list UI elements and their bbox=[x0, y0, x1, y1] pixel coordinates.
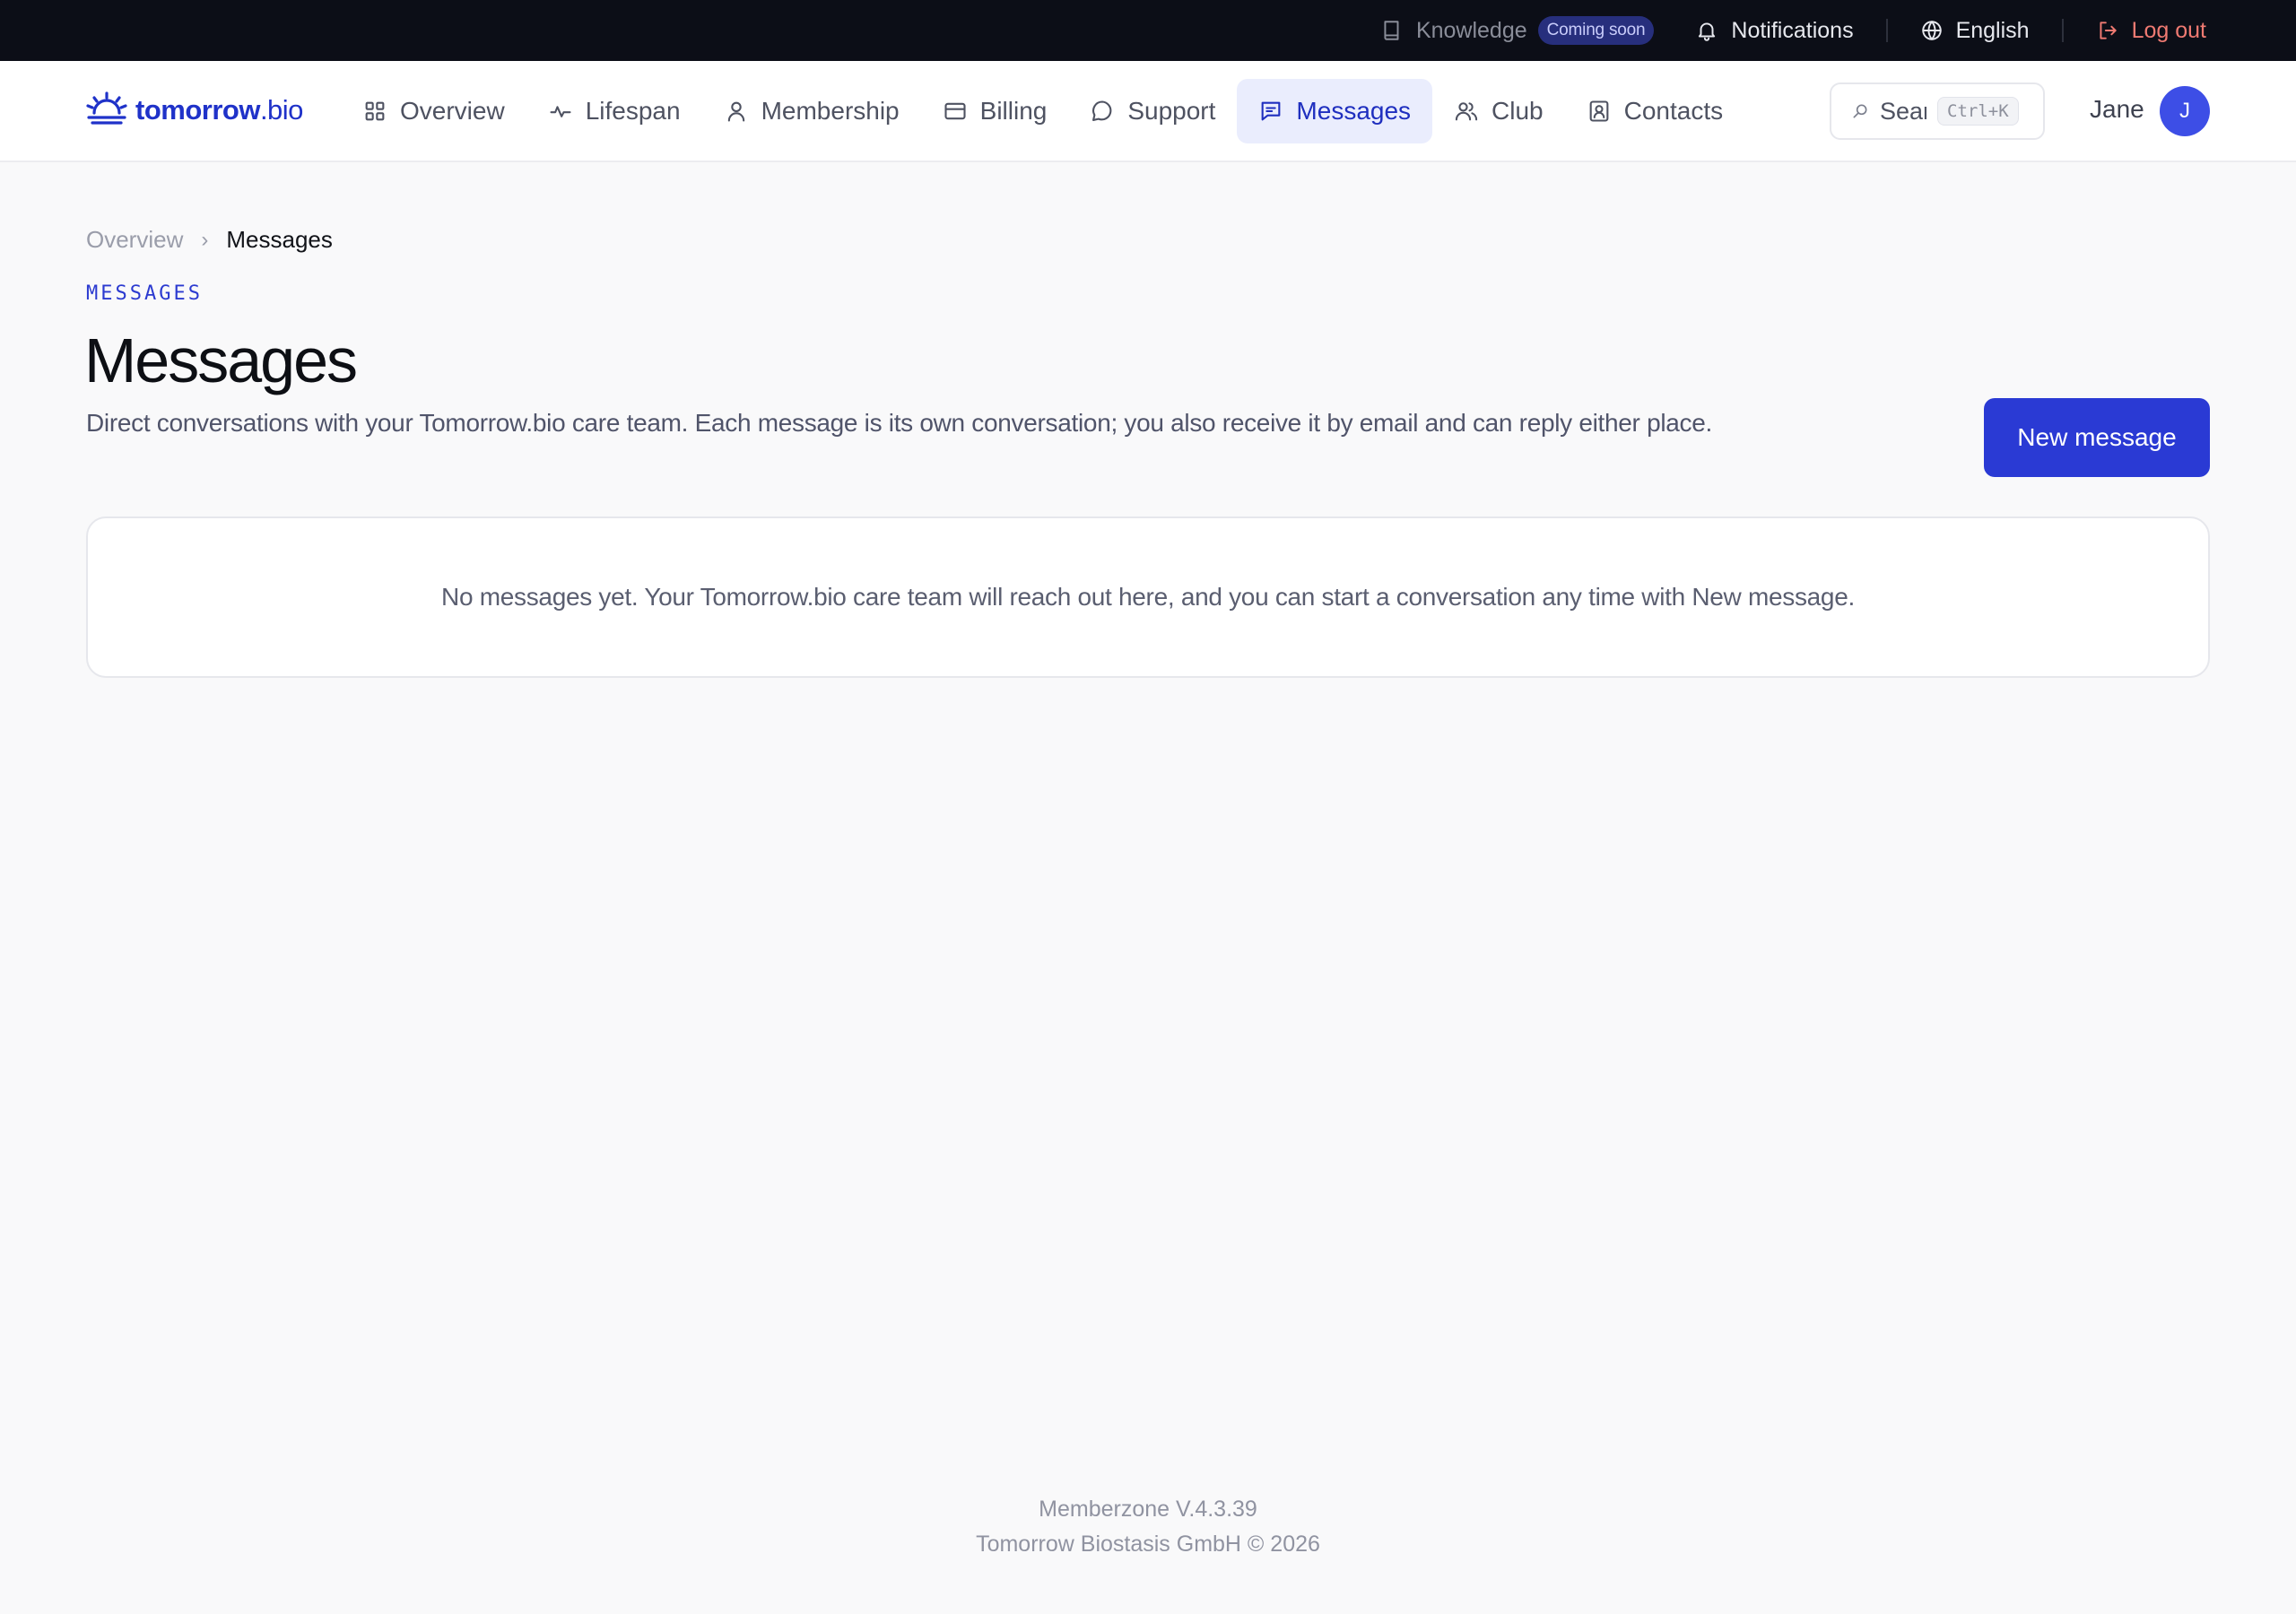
nav-label: Membership bbox=[761, 97, 900, 125]
knowledge-link[interactable]: Knowledge Coming soon bbox=[1380, 16, 1655, 45]
search-input[interactable]: Sear Ctrl+K bbox=[1830, 82, 2045, 140]
page-title: Messages bbox=[84, 325, 358, 395]
brand-logo[interactable]: tomorrow.bio bbox=[85, 91, 303, 129]
footer-copyright: Tomorrow Biostasis GmbH © 2026 bbox=[976, 1532, 1320, 1557]
topbar-divider bbox=[2061, 19, 2064, 42]
nav-label: Club bbox=[1492, 97, 1544, 125]
knowledge-label: Knowledge bbox=[1415, 17, 1527, 43]
nav-item-contacts[interactable]: Contacts bbox=[1565, 79, 1745, 143]
primary-nav: Overview Lifespan Membership Billing Sup… bbox=[341, 79, 1744, 143]
nav-item-overview[interactable]: Overview bbox=[341, 79, 526, 143]
nav-label: Lifespan bbox=[585, 97, 681, 125]
empty-state-text: No messages yet. Your Tomorrow.bio care … bbox=[441, 583, 1855, 611]
user-icon bbox=[724, 99, 749, 124]
search-icon bbox=[1851, 102, 1869, 120]
nav-item-support[interactable]: Support bbox=[1068, 79, 1237, 143]
nav-label: Contacts bbox=[1623, 97, 1724, 125]
nav-label: Support bbox=[1127, 97, 1216, 125]
nav-label: Messages bbox=[1296, 97, 1412, 125]
messages-empty-state: No messages yet. Your Tomorrow.bio care … bbox=[86, 516, 2210, 678]
sunrise-logo-icon bbox=[86, 91, 127, 125]
credit-card-icon bbox=[943, 99, 968, 124]
footer-version: Memberzone V.4.3.39 bbox=[1039, 1497, 1257, 1522]
avatar-initial: J bbox=[2179, 99, 2190, 123]
avatar[interactable]: J bbox=[2160, 86, 2210, 136]
top-utility-bar: Knowledge Coming soon Notifications Engl… bbox=[0, 0, 2296, 61]
notifications-label: Notifications bbox=[1731, 17, 1854, 43]
topbar-divider bbox=[1885, 19, 1888, 42]
chat-bubble-icon bbox=[1090, 99, 1115, 124]
book-icon bbox=[1380, 19, 1404, 42]
notifications-link[interactable]: Notifications bbox=[1695, 17, 1854, 44]
language-selector[interactable]: English bbox=[1920, 18, 2030, 44]
language-label: English bbox=[1955, 17, 2030, 43]
footer: Memberzone V.4.3.39 Tomorrow Biostasis G… bbox=[0, 1492, 2296, 1562]
nav-item-membership[interactable]: Membership bbox=[702, 79, 921, 143]
message-square-icon bbox=[1258, 99, 1283, 124]
search-placeholder: Sear bbox=[1880, 97, 1926, 125]
new-message-button[interactable]: New message bbox=[1984, 398, 2210, 477]
nav-item-billing[interactable]: Billing bbox=[921, 79, 1069, 143]
breadcrumb-separator: › bbox=[201, 227, 209, 252]
activity-icon bbox=[548, 99, 573, 124]
globe-icon bbox=[1920, 19, 1944, 42]
page-description: Direct conversations with your Tomorrow.… bbox=[86, 409, 1712, 437]
page: Knowledge Coming soon Notifications Engl… bbox=[0, 0, 2296, 1614]
breadcrumb-current: Messages bbox=[226, 226, 333, 253]
nav-item-messages[interactable]: Messages bbox=[1237, 79, 1433, 143]
nav-item-lifespan[interactable]: Lifespan bbox=[526, 79, 702, 143]
user-name[interactable]: Jane bbox=[2090, 95, 2144, 124]
search-shortcut-hint: Ctrl+K bbox=[1937, 97, 2019, 126]
users-icon bbox=[1454, 99, 1479, 124]
nav-label: Billing bbox=[979, 97, 1048, 125]
section-eyebrow: MESSAGES bbox=[86, 282, 203, 305]
breadcrumb: Overview › Messages bbox=[86, 226, 333, 254]
contact-card-icon bbox=[1587, 99, 1612, 124]
coming-soon-badge: Coming soon bbox=[1537, 16, 1655, 45]
bell-icon bbox=[1695, 19, 1718, 42]
logout-button[interactable]: Log out bbox=[2096, 18, 2206, 44]
main-navbar: tomorrow.bio Overview Lifespan Membershi… bbox=[0, 61, 2296, 162]
nav-item-club[interactable]: Club bbox=[1432, 79, 1565, 143]
logout-label: Log out bbox=[2131, 17, 2206, 43]
grid-icon bbox=[362, 99, 387, 124]
logout-icon bbox=[2096, 19, 2119, 42]
nav-label: Overview bbox=[400, 97, 505, 125]
brand-wordmark: tomorrow.bio bbox=[135, 94, 303, 126]
breadcrumb-overview-link[interactable]: Overview bbox=[86, 226, 183, 254]
